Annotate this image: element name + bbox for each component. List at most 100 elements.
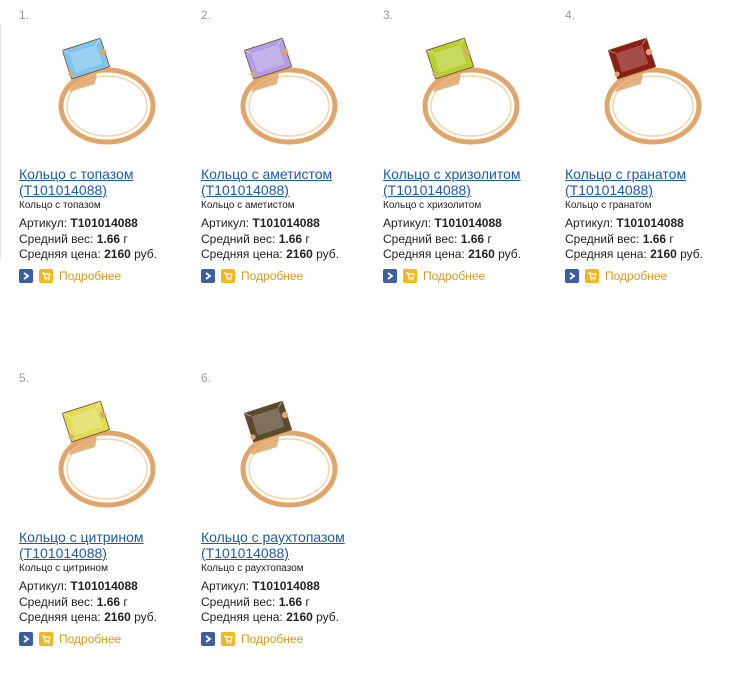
weight-label: Средний вес:	[201, 231, 279, 246]
price-value: 2160	[286, 610, 313, 624]
cart-icon[interactable]	[221, 269, 235, 283]
arrow-right-icon[interactable]	[201, 632, 215, 646]
price-unit: руб.	[312, 610, 340, 624]
price-label: Средняя цена:	[383, 247, 469, 261]
ring-icon	[58, 400, 156, 508]
more-link[interactable]: Подробнее	[241, 632, 303, 646]
product-number: 2.	[201, 8, 212, 22]
arrow-right-icon[interactable]	[383, 269, 397, 283]
weight-label: Средний вес:	[19, 594, 97, 609]
article-label: Артикул:	[19, 579, 71, 593]
product-actions: Подробнее	[201, 268, 303, 284]
ring-icon	[240, 400, 338, 508]
cart-icon[interactable]	[39, 269, 53, 283]
weight-label: Средний вес:	[565, 231, 643, 246]
arrow-right-icon[interactable]	[565, 269, 579, 283]
product-meta: Артикул: Т101014088 Средний вес: 1.66 г …	[383, 216, 521, 263]
price-unit: руб.	[494, 247, 522, 261]
arrow-right-icon[interactable]	[19, 269, 33, 283]
weight-value: 1.66	[642, 231, 667, 246]
product-image[interactable]	[229, 385, 353, 513]
product-subtitle: Кольцо с аметистом	[201, 200, 295, 211]
product-card: 6. Кольцо с раухтопазом (Т101014088) Кол…	[201, 371, 376, 671]
article-label: Артикул:	[201, 579, 253, 593]
weight-unit: г	[120, 594, 128, 609]
weight-label: Средний вес:	[19, 231, 97, 246]
product-image[interactable]	[47, 22, 171, 150]
product-actions: Подробнее	[19, 268, 121, 284]
weight-value: 1.66	[96, 231, 121, 246]
price-value: 2160	[650, 247, 677, 261]
price-value: 2160	[104, 247, 131, 261]
price-unit: руб.	[130, 610, 158, 624]
product-actions: Подробнее	[565, 268, 667, 284]
left-divider	[0, 24, 1, 260]
price-value: 2160	[286, 247, 313, 261]
product-image[interactable]	[47, 385, 171, 513]
product-image[interactable]	[411, 22, 535, 150]
more-link[interactable]: Подробнее	[423, 269, 485, 283]
product-card: 5. Кольцо с цитрином (Т101014088) Кольцо…	[19, 371, 194, 671]
product-number: 6.	[201, 371, 212, 385]
product-title-link[interactable]: Кольцо с аметистом (Т101014088)	[201, 166, 376, 198]
product-meta: Артикул: Т101014088 Средний вес: 1.66 г …	[201, 216, 339, 263]
weight-unit: г	[484, 231, 492, 246]
weight-label: Средний вес:	[383, 231, 461, 246]
product-number: 5.	[19, 371, 30, 385]
product-subtitle: Кольцо с хризолитом	[383, 200, 482, 211]
product-actions: Подробнее	[201, 631, 303, 647]
product-actions: Подробнее	[19, 631, 121, 647]
article-label: Артикул:	[565, 216, 617, 230]
price-value: 2160	[104, 610, 131, 624]
price-value: 2160	[468, 247, 495, 261]
product-meta: Артикул: Т101014088 Средний вес: 1.66 г …	[565, 216, 703, 263]
arrow-right-icon[interactable]	[201, 269, 215, 283]
ring-icon	[604, 37, 702, 145]
product-number: 1.	[19, 8, 30, 22]
product-meta: Артикул: Т101014088 Средний вес: 1.66 г …	[19, 216, 157, 263]
cart-icon[interactable]	[221, 632, 235, 646]
cart-icon[interactable]	[585, 269, 599, 283]
ring-icon	[240, 37, 338, 145]
product-title-link[interactable]: Кольцо с цитрином (Т101014088)	[19, 529, 194, 561]
cart-icon[interactable]	[403, 269, 417, 283]
product-subtitle: Кольцо с гранатом	[565, 200, 652, 211]
weight-unit: г	[302, 594, 310, 609]
product-title-link[interactable]: Кольцо с гранатом (Т101014088)	[565, 166, 740, 198]
product-number: 4.	[565, 8, 576, 22]
product-card: 3. Кольцо с хризолитом (Т101014088) Коль…	[383, 8, 558, 308]
price-unit: руб.	[676, 247, 704, 261]
ring-icon	[422, 37, 520, 145]
product-title-link[interactable]: Кольцо с хризолитом (Т101014088)	[383, 166, 558, 198]
product-card: 4. Кольцо с гранатом (Т101014088) Кольцо…	[565, 8, 740, 308]
product-card: 2. Кольцо с аметистом (Т101014088) Кольц…	[201, 8, 376, 308]
weight-unit: г	[666, 231, 674, 246]
product-image[interactable]	[593, 22, 717, 150]
product-title-link[interactable]: Кольцо с раухтопазом (Т101014088)	[201, 529, 376, 561]
product-meta: Артикул: Т101014088 Средний вес: 1.66 г …	[201, 579, 339, 626]
more-link[interactable]: Подробнее	[241, 269, 303, 283]
cart-icon[interactable]	[39, 632, 53, 646]
weight-label: Средний вес:	[201, 594, 279, 609]
weight-unit: г	[120, 231, 128, 246]
product-meta: Артикул: Т101014088 Средний вес: 1.66 г …	[19, 579, 157, 626]
article-value: Т101014088	[252, 579, 320, 593]
price-label: Средняя цена:	[201, 610, 287, 624]
article-label: Артикул:	[201, 216, 253, 230]
weight-value: 1.66	[278, 231, 303, 246]
arrow-right-icon[interactable]	[19, 632, 33, 646]
article-value: Т101014088	[434, 216, 502, 230]
article-label: Артикул:	[19, 216, 71, 230]
price-label: Средняя цена:	[19, 247, 105, 261]
more-link[interactable]: Подробнее	[59, 269, 121, 283]
product-card: 1. Кольцо с топазом (Т101014088) Кольцо …	[19, 8, 194, 308]
article-value: Т101014088	[70, 216, 138, 230]
weight-value: 1.66	[278, 594, 303, 609]
more-link[interactable]: Подробнее	[59, 632, 121, 646]
product-image[interactable]	[229, 22, 353, 150]
price-unit: руб.	[312, 247, 340, 261]
more-link[interactable]: Подробнее	[605, 269, 667, 283]
weight-value: 1.66	[96, 594, 121, 609]
product-title-link[interactable]: Кольцо с топазом (Т101014088)	[19, 166, 194, 198]
product-number: 3.	[383, 8, 394, 22]
